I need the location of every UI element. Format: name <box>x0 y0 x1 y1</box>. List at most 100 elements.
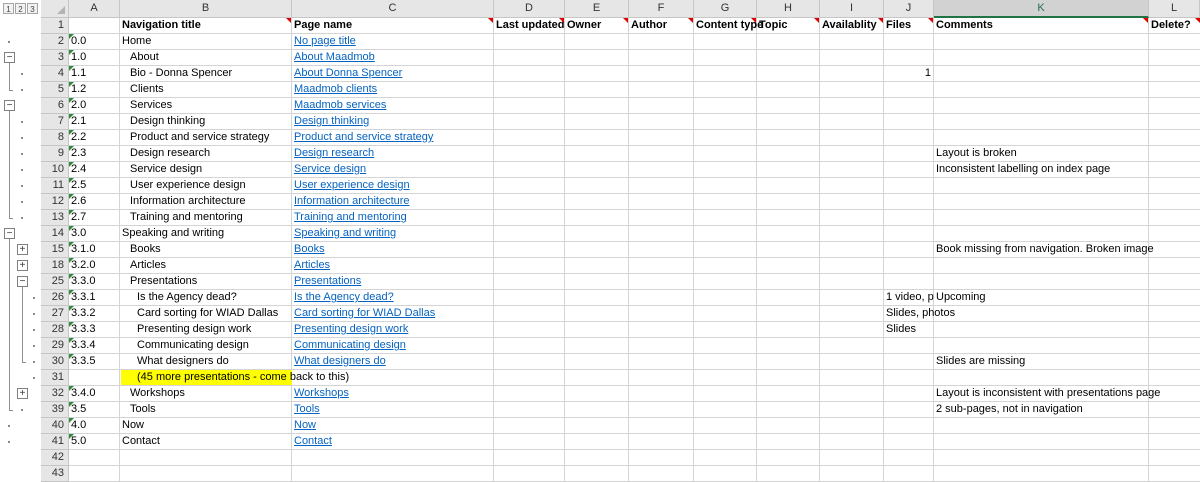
cell-a42[interactable] <box>69 450 120 466</box>
row-header-9[interactable]: 9 <box>41 146 69 162</box>
cell-c14[interactable]: Speaking and writing <box>292 226 494 242</box>
cell-e4[interactable] <box>565 66 629 82</box>
cell-c39[interactable]: Tools <box>292 402 494 418</box>
cell-k29[interactable] <box>934 338 1149 354</box>
cell-h18[interactable] <box>757 258 820 274</box>
cell-i31[interactable] <box>820 370 884 386</box>
cell-c13[interactable]: Training and mentoring <box>292 210 494 226</box>
cell-d30[interactable] <box>494 354 565 370</box>
cell-l27[interactable] <box>1149 306 1200 322</box>
cell-d2[interactable] <box>494 34 565 50</box>
cell-j25[interactable] <box>884 274 934 290</box>
cell-a12[interactable]: 2.6 <box>69 194 120 210</box>
cell-b4[interactable]: Bio - Donna Spencer <box>120 66 292 82</box>
cell-g14[interactable] <box>694 226 757 242</box>
cell-g40[interactable] <box>694 418 757 434</box>
cell-b3[interactable]: About <box>120 50 292 66</box>
cell-b13[interactable]: Training and mentoring <box>120 210 292 226</box>
cell-d28[interactable] <box>494 322 565 338</box>
cell-d4[interactable] <box>494 66 565 82</box>
header-cell-d[interactable]: Last updated <box>494 18 565 34</box>
cell-i14[interactable] <box>820 226 884 242</box>
cell-c40[interactable]: Now <box>292 418 494 434</box>
cell-b39[interactable]: Tools <box>120 402 292 418</box>
cell-h42[interactable] <box>757 450 820 466</box>
cell-d27[interactable] <box>494 306 565 322</box>
cell-c5[interactable]: Maadmob clients <box>292 82 494 98</box>
cell-h5[interactable] <box>757 82 820 98</box>
cell-f12[interactable] <box>629 194 694 210</box>
cell-j39[interactable] <box>884 402 934 418</box>
cell-f40[interactable] <box>629 418 694 434</box>
cell-g26[interactable] <box>694 290 757 306</box>
column-header-a[interactable]: A <box>69 0 120 18</box>
cell-c11[interactable]: User experience design <box>292 178 494 194</box>
cell-j40[interactable] <box>884 418 934 434</box>
cell-c27[interactable]: Card sorting for WIAD Dallas <box>292 306 494 322</box>
page-link[interactable]: Maadmob services <box>294 99 386 111</box>
cell-j14[interactable] <box>884 226 934 242</box>
page-link[interactable]: Product and service strategy <box>294 131 433 143</box>
cell-b10[interactable]: Service design <box>120 162 292 178</box>
cell-h15[interactable] <box>757 242 820 258</box>
cell-l8[interactable] <box>1149 130 1200 146</box>
cell-d42[interactable] <box>494 450 565 466</box>
cell-j29[interactable] <box>884 338 934 354</box>
row-header-3[interactable]: 3 <box>41 50 69 66</box>
cell-b32[interactable]: Workshops <box>120 386 292 402</box>
cell-h39[interactable] <box>757 402 820 418</box>
cell-e18[interactable] <box>565 258 629 274</box>
cell-l2[interactable] <box>1149 34 1200 50</box>
cell-i30[interactable] <box>820 354 884 370</box>
cell-a18[interactable]: 3.2.0 <box>69 258 120 274</box>
page-link[interactable]: Contact <box>294 435 332 447</box>
cell-i28[interactable] <box>820 322 884 338</box>
cell-g13[interactable] <box>694 210 757 226</box>
expand-group-button-row-18[interactable]: + <box>17 260 28 271</box>
cell-g12[interactable] <box>694 194 757 210</box>
cell-i41[interactable] <box>820 434 884 450</box>
row-header-7[interactable]: 7 <box>41 114 69 130</box>
cell-i13[interactable] <box>820 210 884 226</box>
header-cell-c[interactable]: Page name <box>292 18 494 34</box>
cell-h2[interactable] <box>757 34 820 50</box>
cell-d14[interactable] <box>494 226 565 242</box>
page-link[interactable]: Training and mentoring <box>294 211 407 223</box>
cell-e42[interactable] <box>565 450 629 466</box>
page-link[interactable]: Articles <box>294 259 330 271</box>
cell-j7[interactable] <box>884 114 934 130</box>
cell-l11[interactable] <box>1149 178 1200 194</box>
header-cell-b[interactable]: Navigation title <box>120 18 292 34</box>
cell-i11[interactable] <box>820 178 884 194</box>
cell-b30[interactable]: What designers do <box>120 354 292 370</box>
expand-group-button-row-15[interactable]: + <box>17 244 28 255</box>
column-header-f[interactable]: F <box>629 0 694 18</box>
cell-l43[interactable] <box>1149 466 1200 482</box>
collapse-group-button-row-3[interactable]: − <box>4 52 15 63</box>
cell-b2[interactable]: Home <box>120 34 292 50</box>
cell-f5[interactable] <box>629 82 694 98</box>
page-link[interactable]: Information architecture <box>294 195 410 207</box>
row-header-12[interactable]: 12 <box>41 194 69 210</box>
cell-j18[interactable] <box>884 258 934 274</box>
page-link[interactable]: No page title <box>294 35 356 47</box>
cell-j26[interactable]: 1 video, p <box>884 290 934 306</box>
cell-f4[interactable] <box>629 66 694 82</box>
cell-b41[interactable]: Contact <box>120 434 292 450</box>
cell-f28[interactable] <box>629 322 694 338</box>
cell-e13[interactable] <box>565 210 629 226</box>
column-header-i[interactable]: I <box>820 0 884 18</box>
cell-a13[interactable]: 2.7 <box>69 210 120 226</box>
cell-l13[interactable] <box>1149 210 1200 226</box>
cell-c29[interactable]: Communicating design <box>292 338 494 354</box>
row-header-39[interactable]: 39 <box>41 402 69 418</box>
cell-g32[interactable] <box>694 386 757 402</box>
cell-f7[interactable] <box>629 114 694 130</box>
collapse-group-button-row-25[interactable]: − <box>17 276 28 287</box>
cell-d15[interactable] <box>494 242 565 258</box>
page-link[interactable]: Presentations <box>294 275 361 287</box>
cell-h41[interactable] <box>757 434 820 450</box>
cell-e30[interactable] <box>565 354 629 370</box>
cell-f14[interactable] <box>629 226 694 242</box>
cell-h12[interactable] <box>757 194 820 210</box>
